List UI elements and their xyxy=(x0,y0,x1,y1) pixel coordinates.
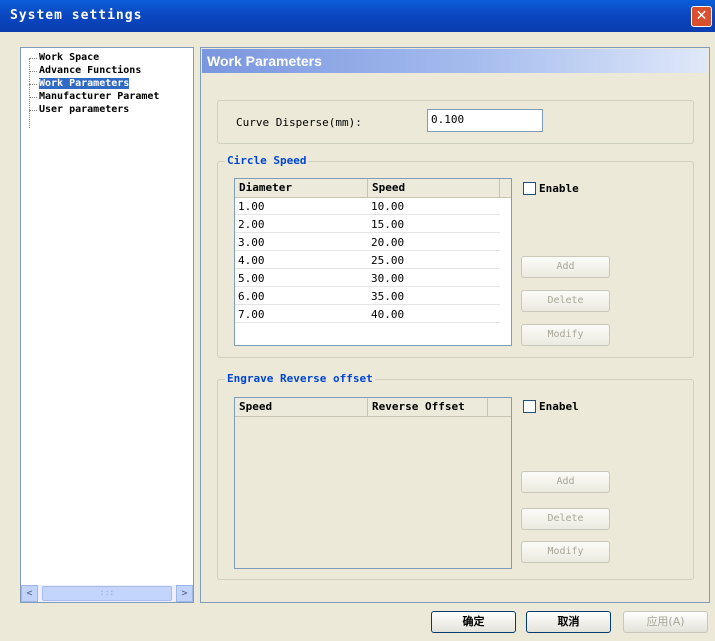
title-bar: System settings ✕ xyxy=(0,0,715,32)
diameter-cell: 3.00 xyxy=(235,234,368,251)
table-row[interactable]: 5.00 30.00 xyxy=(235,270,511,287)
cancel-button[interactable]: 取消 xyxy=(526,611,611,633)
diameter-cell: 6.00 xyxy=(235,288,368,305)
circle-speed-legend: Circle Speed xyxy=(225,154,309,167)
speed-cell: 30.00 xyxy=(368,270,500,287)
tree-item-label: Advance Functions xyxy=(39,65,142,76)
table-row[interactable]: 4.00 25.00 xyxy=(235,252,511,269)
speed-cell: 40.00 xyxy=(368,306,500,323)
column-header-speed[interactable]: Speed xyxy=(368,179,500,197)
tree-item-label: User parameters xyxy=(39,104,130,115)
table-header: Speed Reverse Offset xyxy=(235,398,511,417)
column-header-speed[interactable]: Speed xyxy=(235,398,368,416)
scroll-thumb[interactable]: ::: xyxy=(42,586,172,601)
table-row[interactable]: 7.00 40.00 xyxy=(235,306,511,323)
reverse-offset-delete-button[interactable]: Delete xyxy=(521,508,610,530)
column-header-diameter[interactable]: Diameter xyxy=(235,179,368,197)
window-title: System settings xyxy=(10,8,143,23)
reverse-offset-enable-label: Enabel xyxy=(539,400,579,413)
diameter-cell: 2.00 xyxy=(235,216,368,233)
chevron-right-icon: > xyxy=(181,588,188,599)
reverse-offset-enable-checkbox[interactable] xyxy=(523,400,536,413)
tree-item-user-parameters[interactable]: User parameters xyxy=(29,104,129,116)
tree-item-manufacturer-parameters[interactable]: Manufacturer Paramet xyxy=(29,91,159,103)
column-header-reverse-offset[interactable]: Reverse Offset xyxy=(368,398,488,416)
diameter-cell: 7.00 xyxy=(235,306,368,323)
table-row[interactable]: 1.00 10.00 xyxy=(235,198,511,215)
table-row[interactable]: 6.00 35.00 xyxy=(235,288,511,305)
reverse-offset-legend: Engrave Reverse offset xyxy=(225,372,375,385)
circle-speed-table[interactable]: Diameter Speed 1.00 10.00 2.00 15.00 3.0… xyxy=(234,178,512,346)
speed-cell: 20.00 xyxy=(368,234,500,251)
circle-speed-add-button[interactable]: Add xyxy=(521,256,610,278)
circle-speed-modify-button[interactable]: Modify xyxy=(521,324,610,346)
curve-disperse-input[interactable]: 0.100 xyxy=(427,109,543,132)
table-header: Diameter Speed xyxy=(235,179,511,198)
chevron-left-icon: < xyxy=(26,588,33,599)
reverse-offset-add-button[interactable]: Add xyxy=(521,471,610,493)
table-row[interactable]: 2.00 15.00 xyxy=(235,216,511,233)
tree-item-work-parameters[interactable]: Work Parameters xyxy=(29,78,130,90)
scroll-left-button[interactable]: < xyxy=(21,585,38,602)
speed-cell: 35.00 xyxy=(368,288,500,305)
close-button[interactable]: ✕ xyxy=(691,6,712,27)
panel-header: Work Parameters xyxy=(202,49,708,73)
diameter-cell: 4.00 xyxy=(235,252,368,269)
tree-item-advance-functions[interactable]: Advance Functions xyxy=(29,65,141,77)
reverse-offset-table[interactable]: Speed Reverse Offset xyxy=(234,397,512,569)
work-parameters-panel: Work Parameters Curve Disperse(mm): 0.10… xyxy=(200,47,710,603)
reverse-offset-modify-button[interactable]: Modify xyxy=(521,541,610,563)
speed-cell: 10.00 xyxy=(368,198,500,215)
diameter-cell: 1.00 xyxy=(235,198,368,215)
diameter-cell: 5.00 xyxy=(235,270,368,287)
panel-title: Work Parameters xyxy=(207,53,322,69)
circle-speed-enable-checkbox[interactable] xyxy=(523,182,536,195)
curve-disperse-label: Curve Disperse(mm): xyxy=(236,116,362,129)
circle-speed-enable-label: Enable xyxy=(539,182,579,195)
settings-tree[interactable]: Work Space Advance Functions Work Parame… xyxy=(20,47,194,603)
tree-item-label: Manufacturer Paramet xyxy=(39,91,160,102)
speed-cell: 15.00 xyxy=(368,216,500,233)
tree-item-label: Work Parameters xyxy=(39,78,130,89)
apply-button[interactable]: 应用(A) xyxy=(623,611,708,633)
tree-item-work-space[interactable]: Work Space xyxy=(29,52,99,64)
tree-item-label: Work Space xyxy=(39,52,100,63)
ok-button[interactable]: 确定 xyxy=(431,611,516,633)
speed-cell: 25.00 xyxy=(368,252,500,269)
table-row[interactable]: 3.00 20.00 xyxy=(235,234,511,251)
close-icon: ✕ xyxy=(695,8,708,24)
circle-speed-delete-button[interactable]: Delete xyxy=(521,290,610,312)
tree-horizontal-scrollbar[interactable]: < ::: > xyxy=(21,585,193,602)
scroll-right-button[interactable]: > xyxy=(176,585,193,602)
